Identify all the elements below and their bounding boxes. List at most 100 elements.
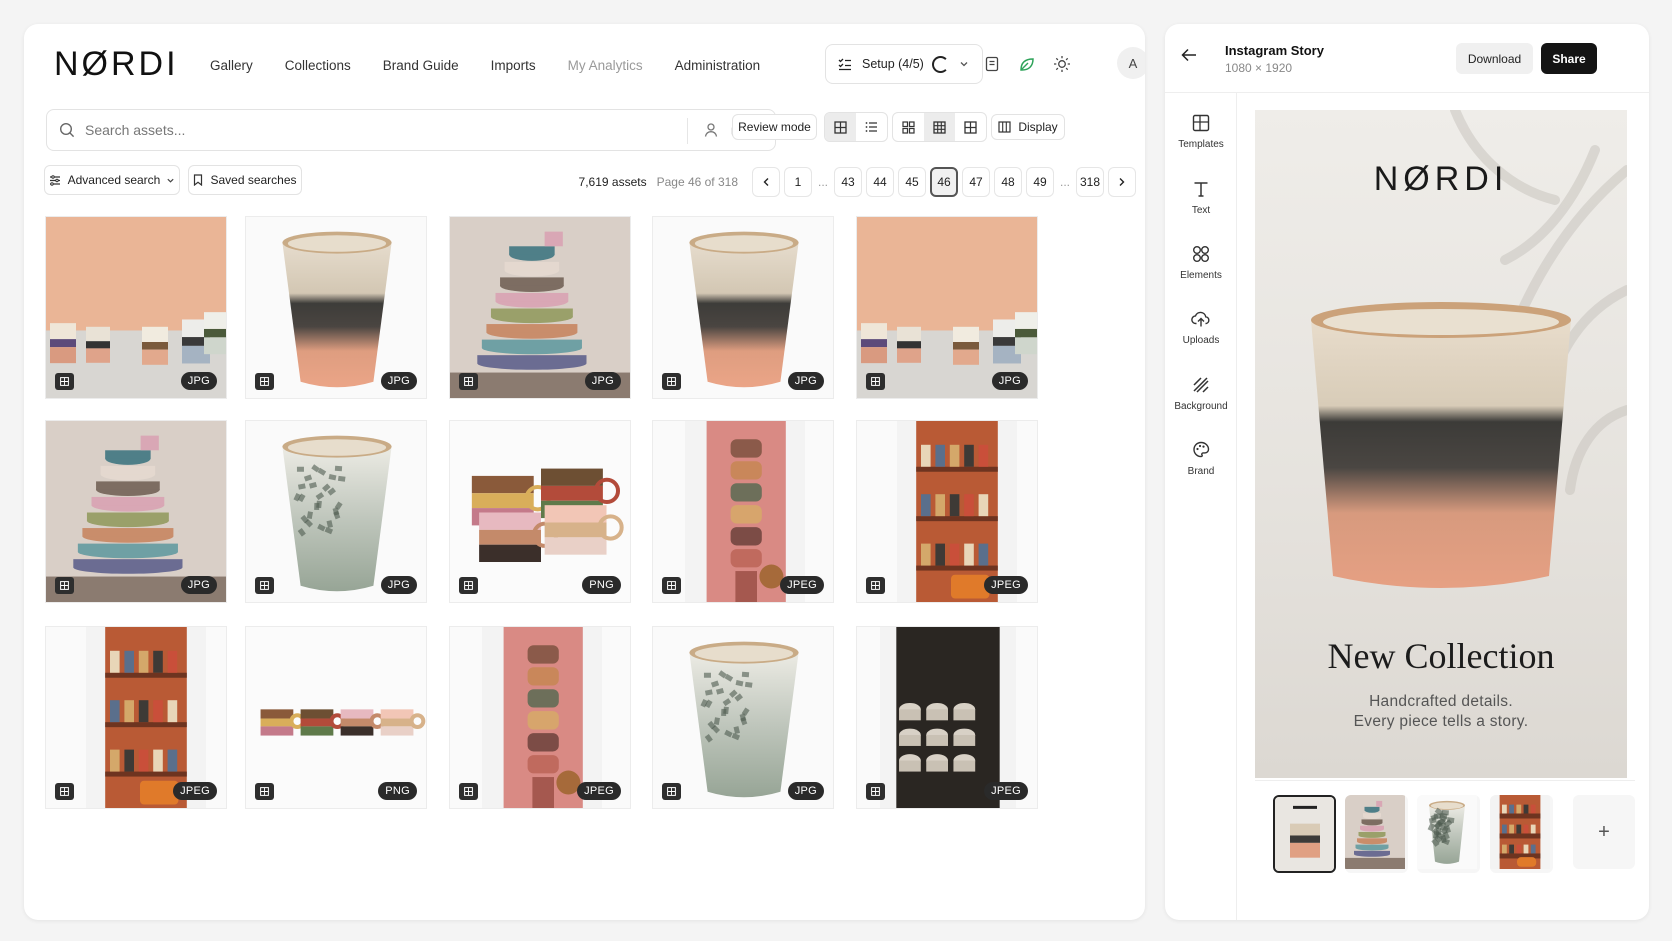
large-grid-icon[interactable] [955, 113, 986, 141]
grid-view-icon[interactable] [825, 113, 856, 141]
density-toggle-group [892, 112, 987, 142]
tool-text[interactable]: Text [1165, 180, 1237, 216]
page-thumbnail[interactable] [1490, 795, 1553, 873]
chevron-right-icon [1119, 178, 1125, 186]
tool-elements[interactable]: Elements [1165, 245, 1237, 281]
select-asset-icon[interactable] [255, 373, 274, 390]
view-toggle-group [824, 112, 888, 142]
format-badge: PNG [582, 576, 621, 594]
advanced-search-label: Advanced search [67, 173, 161, 187]
page-button[interactable]: 1 [784, 167, 812, 197]
canvas-headline: New Collection [1327, 636, 1555, 676]
select-asset-icon[interactable] [662, 373, 681, 390]
brand-logo[interactable]: NØRDI [54, 45, 179, 84]
page-button[interactable]: 48 [994, 167, 1022, 197]
search-input[interactable] [85, 122, 645, 138]
page-thumbnail-selected[interactable] [1273, 795, 1336, 873]
tool-brand[interactable]: Brand [1165, 441, 1237, 477]
select-asset-icon[interactable] [866, 783, 885, 800]
nav-my-analytics[interactable]: My Analytics [568, 58, 643, 73]
page-thumbnails: + [1255, 780, 1635, 920]
person-search-icon[interactable] [703, 122, 719, 138]
asset-tile[interactable]: JPEG [856, 420, 1038, 603]
small-grid-icon[interactable] [893, 113, 924, 141]
page-button[interactable]: 45 [898, 167, 926, 197]
nav-gallery[interactable]: Gallery [210, 58, 253, 73]
asset-tile[interactable]: JPG [856, 216, 1038, 399]
asset-tile[interactable]: JPG [652, 626, 834, 809]
leaf-icon[interactable] [1010, 48, 1042, 80]
select-asset-icon[interactable] [866, 577, 885, 594]
asset-tile[interactable]: JPEG [856, 626, 1038, 809]
upload-icon [1191, 311, 1210, 327]
medium-grid-icon[interactable] [924, 113, 955, 141]
page-button[interactable]: 318 [1076, 167, 1104, 197]
select-asset-icon[interactable] [55, 783, 74, 800]
select-asset-icon[interactable] [662, 783, 681, 800]
back-arrow-icon[interactable] [1181, 48, 1197, 62]
tool-background[interactable]: Background [1165, 376, 1237, 412]
search-divider [687, 118, 688, 144]
brand-icon [1193, 441, 1210, 458]
page-button[interactable]: 43 [834, 167, 862, 197]
user-avatar[interactable]: A [1117, 47, 1145, 79]
nav-imports[interactable]: Imports [491, 58, 536, 73]
asset-tile[interactable]: JPG [245, 420, 427, 603]
page-button[interactable]: 47 [962, 167, 990, 197]
download-button[interactable]: Download [1456, 43, 1533, 74]
select-asset-icon[interactable] [459, 373, 478, 390]
saved-searches-button[interactable]: Saved searches [188, 165, 302, 195]
share-button[interactable]: Share [1541, 43, 1597, 74]
select-asset-icon[interactable] [459, 577, 478, 594]
canvas-logo: NØRDI [1373, 160, 1509, 198]
select-asset-icon[interactable] [255, 577, 274, 594]
tool-label: Uploads [1182, 335, 1220, 346]
columns-icon [998, 121, 1011, 133]
tool-uploads[interactable]: Uploads [1165, 310, 1237, 346]
page-ellipsis: ... [817, 175, 828, 189]
nav-brand-guide[interactable]: Brand Guide [383, 58, 459, 73]
select-asset-icon[interactable] [255, 783, 274, 800]
setup-label: Setup (4/5) [862, 57, 924, 71]
page-thumbnail[interactable] [1345, 795, 1408, 873]
asset-tile[interactable]: PNG [245, 626, 427, 809]
tool-templates[interactable]: Templates [1165, 114, 1237, 150]
select-asset-icon[interactable] [55, 577, 74, 594]
setup-progress-button[interactable]: Setup (4/5) [825, 44, 983, 84]
tool-label: Background [1174, 401, 1228, 412]
select-asset-icon[interactable] [866, 373, 885, 390]
sun-icon[interactable] [1046, 48, 1078, 80]
format-badge: JPG [380, 576, 417, 594]
list-view-icon[interactable] [856, 113, 887, 141]
prev-page-button[interactable] [752, 167, 780, 197]
asset-tile[interactable]: PNG [449, 420, 631, 603]
asset-tile[interactable]: JPEG [652, 420, 834, 603]
page-button[interactable]: 49 [1026, 167, 1054, 197]
asset-tile[interactable]: JPG [449, 216, 631, 399]
add-page-button[interactable]: + [1573, 795, 1635, 869]
asset-tile[interactable]: JPG [245, 216, 427, 399]
progress-ring-icon [931, 55, 949, 73]
page-button[interactable]: 44 [866, 167, 894, 197]
asset-tile[interactable]: JPEG [45, 626, 227, 809]
select-asset-icon[interactable] [459, 783, 478, 800]
asset-tile[interactable]: JPG [45, 216, 227, 399]
tool-label: Text [1191, 205, 1211, 216]
select-asset-icon[interactable] [662, 577, 681, 594]
next-page-button[interactable] [1108, 167, 1136, 197]
story-canvas[interactable]: NØRDI New Collection Handcrafted details… [1255, 110, 1627, 778]
select-asset-icon[interactable] [55, 373, 74, 390]
asset-tile[interactable]: JPG [652, 216, 834, 399]
clipboard-icon[interactable] [976, 48, 1008, 80]
checklist-icon [838, 58, 851, 71]
nav-administration[interactable]: Administration [675, 58, 761, 73]
page-thumbnail[interactable] [1417, 795, 1480, 873]
display-button[interactable]: Display [991, 114, 1065, 140]
review-mode-button[interactable]: Review mode [732, 114, 817, 140]
nav-collections[interactable]: Collections [285, 58, 351, 73]
asset-tile[interactable]: JPEG [449, 626, 631, 809]
current-page-button[interactable]: 46 [930, 167, 958, 197]
asset-tile[interactable]: JPG [45, 420, 227, 603]
templates-icon [1192, 114, 1210, 132]
advanced-search-button[interactable]: Advanced search [44, 165, 180, 195]
